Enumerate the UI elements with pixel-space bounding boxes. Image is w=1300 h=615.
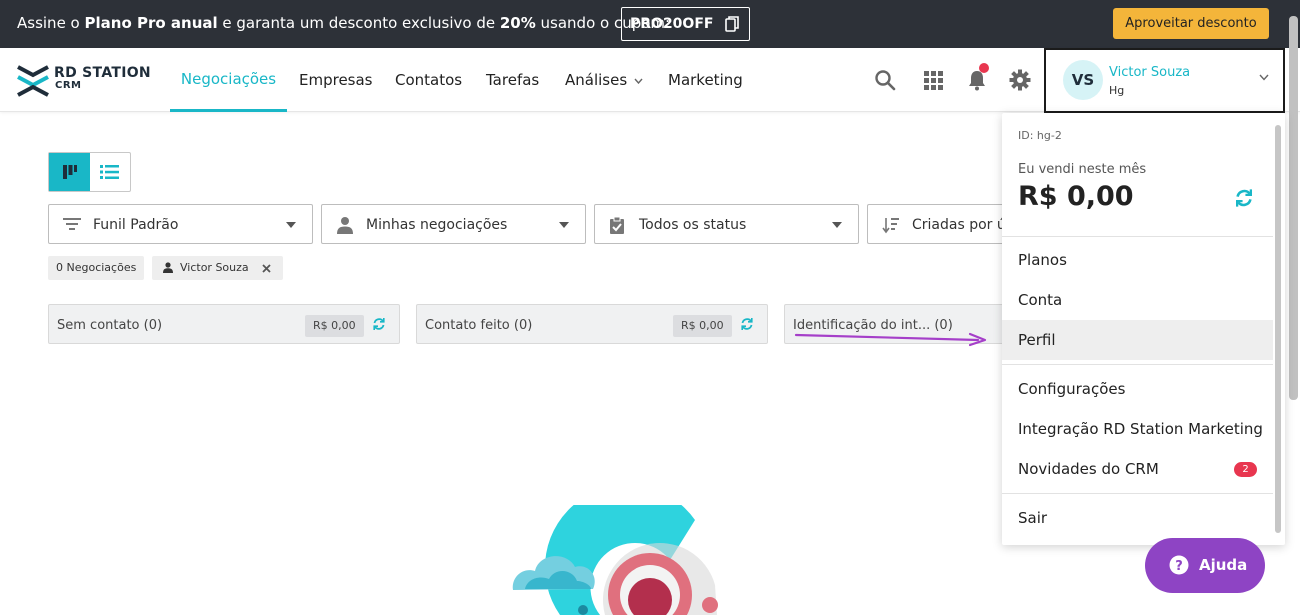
nav-negociacoes[interactable]: Negociações [170, 48, 287, 112]
refresh-icon[interactable] [372, 317, 386, 331]
promo-plan: Plano Pro anual [84, 14, 218, 32]
sort-filter[interactable]: Criadas por ú [867, 204, 1007, 244]
stage-column-header: Contato feito (0) R$ 0,00 [416, 304, 768, 344]
search-icon[interactable] [873, 68, 897, 92]
sort-filter-label: Criadas por ú [912, 217, 1006, 233]
question-circle-icon: ? [1169, 555, 1189, 575]
chevron-down-icon [1259, 74, 1269, 81]
refresh-icon[interactable] [740, 317, 754, 331]
copy-icon [725, 16, 739, 32]
owner-tag-label: Victor Souza [180, 261, 249, 274]
sort-icon [882, 218, 899, 234]
deals-count-tag: 0 Negociações [48, 256, 145, 280]
menu-item-perfil[interactable]: Perfil [1002, 320, 1273, 360]
logo-subtitle: CRM [55, 80, 82, 91]
dropdown-scrollbar[interactable] [1275, 125, 1281, 533]
gear-icon[interactable] [1008, 68, 1032, 92]
user-menu-button[interactable]: VS Victor Souza Hg [1044, 48, 1285, 113]
kanban-view-button[interactable] [49, 153, 90, 191]
view-toggle [48, 152, 131, 192]
promo-banner: Assine o Plano Pro anual e garanta um de… [0, 0, 1300, 48]
status-filter-label: Todos os status [639, 217, 747, 233]
rd-logo-icon [17, 65, 49, 97]
news-count-badge: 2 [1234, 462, 1257, 477]
kanban-icon [63, 165, 77, 179]
list-icon [100, 165, 119, 179]
clipboard-check-icon [610, 216, 624, 234]
nav-empresas[interactable]: Empresas [299, 48, 373, 112]
notification-dot [979, 63, 989, 73]
funnel-filter-label: Funil Padrão [93, 217, 179, 233]
nav-analises-label: Análises [565, 71, 628, 89]
owner-tag: Victor Souza [152, 256, 283, 280]
nav-tarefas[interactable]: Tarefas [486, 48, 539, 112]
promo-prefix: Assine o [17, 14, 85, 32]
page-scrollbar[interactable] [1289, 16, 1298, 400]
svg-text:?: ? [1175, 559, 1183, 574]
stage-amount: R$ 0,00 [673, 315, 732, 337]
apps-grid-icon[interactable] [921, 68, 945, 92]
nav-marketing[interactable]: Marketing [668, 48, 743, 112]
account-id: ID: hg-2 [1018, 129, 1062, 142]
claim-discount-button[interactable]: Aproveitar desconto [1113, 8, 1269, 39]
sold-this-month-value: R$ 0,00 [1018, 181, 1134, 212]
stage-amount: R$ 0,00 [305, 315, 364, 337]
promo-middle: e garanta um desconto exclusivo de [217, 14, 500, 32]
close-icon[interactable] [262, 264, 271, 273]
menu-item-conta[interactable]: Conta [1002, 280, 1273, 320]
stage-title: Contato feito (0) [425, 318, 533, 333]
caret-down-icon [559, 222, 569, 228]
menu-item-configuracoes[interactable]: Configurações [1002, 369, 1273, 409]
logo-wordmark: RD STATION [54, 65, 151, 81]
filter-icon [63, 218, 81, 230]
divider [1002, 364, 1273, 365]
nav-contatos[interactable]: Contatos [395, 48, 462, 112]
stage-column-header: Sem contato (0) R$ 0,00 [48, 304, 400, 344]
empty-state-illustration [512, 505, 718, 615]
user-name: Victor Souza [1109, 65, 1191, 80]
sold-this-month-label: Eu vendi neste mês [1018, 162, 1147, 177]
refresh-icon[interactable] [1234, 188, 1254, 208]
funnel-filter[interactable]: Funil Padrão [48, 204, 313, 244]
divider [1002, 493, 1273, 494]
promo-discount: 20% [499, 14, 536, 32]
divider [1002, 236, 1273, 237]
menu-item-sair[interactable]: Sair [1002, 498, 1273, 538]
owner-filter[interactable]: Minhas negociações [321, 204, 586, 244]
status-filter[interactable]: Todos os status [594, 204, 859, 244]
list-view-button[interactable] [90, 153, 130, 191]
caret-down-icon [832, 222, 842, 228]
avatar: VS [1063, 60, 1103, 100]
user-dropdown-menu: ID: hg-2 Eu vendi neste mês R$ 0,00 Plan… [1002, 113, 1285, 545]
caret-down-icon [286, 222, 296, 228]
annotation-arrow [794, 332, 987, 347]
promo-text: Assine o Plano Pro anual e garanta um de… [17, 14, 670, 32]
help-label: Ajuda [1199, 556, 1248, 574]
user-account: Hg [1109, 84, 1125, 97]
coupon-code: PRO20OFF [630, 16, 714, 32]
nav-analises[interactable]: Análises [565, 48, 643, 112]
help-button[interactable]: ? Ajuda [1145, 538, 1265, 593]
chevron-down-icon [634, 78, 643, 84]
menu-item-integracao-marketing[interactable]: Integração RD Station Marketing [1002, 409, 1273, 449]
menu-item-novidades[interactable]: Novidades do CRM [1002, 449, 1273, 489]
stage-title: Sem contato (0) [57, 318, 163, 333]
coupon-code-button[interactable]: PRO20OFF [621, 7, 750, 41]
user-icon [337, 217, 353, 234]
menu-item-planos[interactable]: Planos [1002, 240, 1273, 280]
owner-filter-label: Minhas negociações [366, 217, 508, 233]
user-icon [163, 262, 173, 273]
